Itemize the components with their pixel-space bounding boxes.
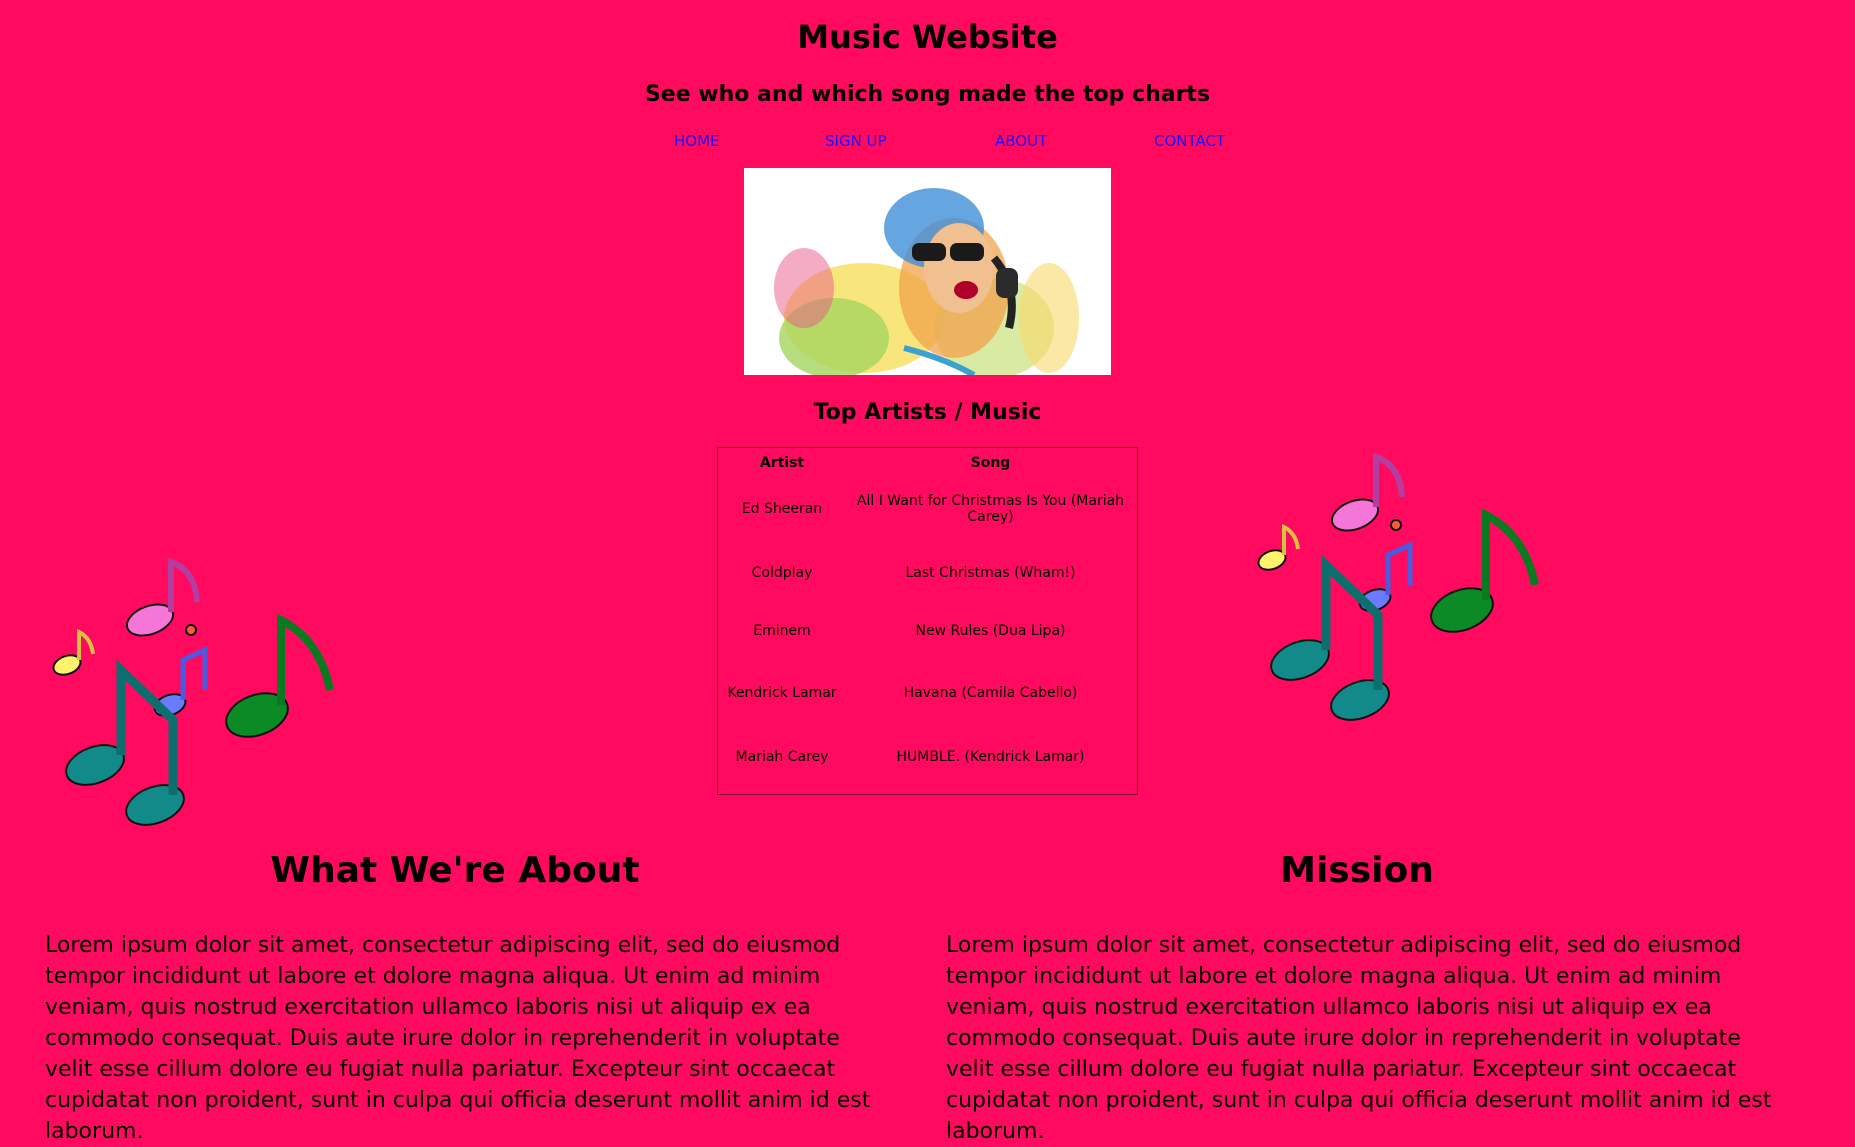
music-notes-icon [52, 557, 334, 826]
table-row: Mariah Carey HUMBLE. (Kendrick Lamar) [720, 730, 1135, 784]
column-header-artist: Artist [759, 455, 805, 471]
music-notes-icon [1257, 452, 1539, 721]
mission-section: Mission [947, 850, 1767, 891]
artist-cell: Kendrick Lamar [727, 685, 837, 701]
top-charts-table: Artist Song Ed Sheeran All I Want for Ch… [717, 447, 1138, 795]
song-cell: Last Christmas (Wham!) [905, 565, 1076, 581]
nav-signup-link[interactable]: SIGN UP [825, 132, 887, 150]
artist-cell: Mariah Carey [735, 749, 829, 765]
artist-cell: Ed Sheeran [741, 501, 823, 517]
about-title: What We're About [270, 850, 640, 891]
nav-about-link[interactable]: ABOUT [995, 132, 1047, 150]
table-row: Ed Sheeran All I Want for Christmas Is Y… [720, 478, 1135, 540]
artist-cell: Eminem [753, 623, 811, 639]
about-body: Lorem ipsum dolor sit amet, consectetur … [45, 933, 871, 1144]
nav-contact-link[interactable]: CONTACT [1154, 132, 1225, 150]
about-section: What We're About [45, 850, 865, 891]
artist-cell: Coldplay [751, 565, 813, 581]
dj-with-headphones-illustration [744, 168, 1111, 375]
nav-home-link[interactable]: HOME [674, 132, 720, 150]
table-row: Kendrick Lamar Havana (Camila Cabello) [720, 658, 1135, 728]
top-charts-heading: Top Artists / Music [813, 400, 1042, 425]
table-row: Coldplay Last Christmas (Wham!) [720, 542, 1135, 604]
song-cell: All I Want for Christmas Is You (Mariah … [856, 493, 1125, 525]
music-notes-right [1250, 445, 1550, 725]
mission-body: Lorem ipsum dolor sit amet, consectetur … [946, 933, 1772, 1144]
mission-title: Mission [1280, 850, 1434, 891]
hero-image [744, 168, 1111, 375]
music-notes-left [45, 550, 345, 830]
site-subtitle: See who and which song made the top char… [644, 82, 1211, 107]
song-cell: HUMBLE. (Kendrick Lamar) [896, 749, 1085, 765]
site-title: Music Website [797, 18, 1058, 56]
song-cell: Havana (Camila Cabello) [903, 685, 1078, 701]
table-row: Eminem New Rules (Dua Lipa) [720, 606, 1135, 656]
column-header-song: Song [970, 455, 1011, 471]
song-cell: New Rules (Dua Lipa) [915, 623, 1066, 639]
